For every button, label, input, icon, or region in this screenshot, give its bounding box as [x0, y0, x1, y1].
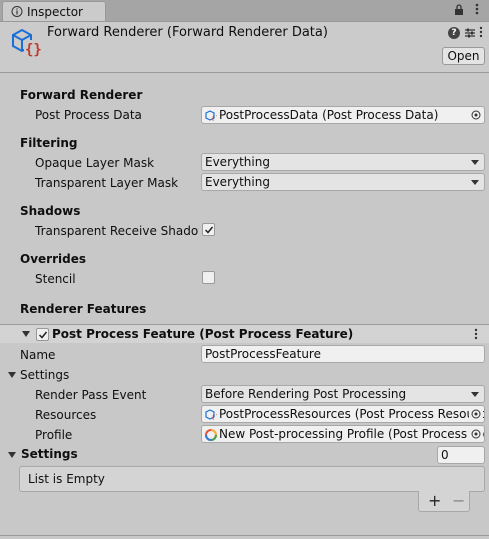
object-picker-icon[interactable]: [469, 407, 483, 421]
foldout-expanded-icon[interactable]: [22, 331, 30, 337]
checkmark-icon: [38, 331, 48, 339]
feature-more-icon[interactable]: [474, 328, 478, 343]
info-icon: [11, 6, 23, 17]
list-empty-text: List is Empty: [28, 472, 105, 486]
opaque-layer-mask-dropdown[interactable]: Everything: [201, 153, 485, 171]
inspector-header: {} Forward Renderer (Forward Renderer Da…: [0, 22, 489, 73]
settings-list-box: List is Empty: [19, 466, 485, 492]
settings-label[interactable]: Settings: [20, 368, 69, 383]
checkmark-icon: [204, 226, 214, 234]
transparent-layer-mask-value: Everything: [205, 175, 270, 189]
transparent-receive-shadows-checkbox[interactable]: [202, 223, 215, 236]
asset-title: Forward Renderer (Forward Renderer Data): [47, 25, 328, 40]
render-pass-event-label: Render Pass Event: [35, 388, 147, 402]
svg-text:{}: {}: [25, 42, 42, 58]
post-process-profile-icon: [205, 429, 217, 441]
lock-icon[interactable]: [452, 2, 466, 16]
filtering-heading: Filtering: [20, 136, 78, 150]
settings-list-foldout-icon[interactable]: [8, 452, 16, 458]
overrides-heading: Overrides: [20, 252, 86, 266]
resources-field[interactable]: {} PostProcessResources (Post Process Re…: [201, 405, 485, 423]
shadows-heading: Shadows: [20, 204, 81, 218]
asset-file-icon: {}: [205, 110, 217, 121]
settings-sliders-icon[interactable]: [464, 27, 476, 42]
profile-label: Profile: [35, 428, 73, 442]
inspector-tab[interactable]: Inspector: [2, 1, 106, 21]
resources-label: Resources: [35, 408, 97, 422]
header-more-icon[interactable]: [479, 26, 483, 41]
settings-list-count-field[interactable]: 0: [437, 446, 485, 464]
settings-list-label[interactable]: Settings: [21, 447, 78, 462]
feature-header[interactable]: Post Process Feature (Post Process Featu…: [0, 325, 489, 343]
help-icon[interactable]: ?: [448, 27, 460, 39]
dropdown-arrow-icon: [471, 160, 479, 165]
scriptable-object-icon: {}: [12, 28, 42, 58]
asset-file-icon: {}: [205, 409, 217, 420]
add-item-button[interactable]: +: [428, 491, 441, 511]
post-process-data-field[interactable]: {} PostProcessData (Post Process Data): [201, 106, 485, 124]
transparent-receive-shadows-label: Transparent Receive Shadows: [35, 224, 199, 238]
list-footer: + −: [418, 491, 470, 512]
profile-field[interactable]: New Post-processing Profile (Post Proces…: [201, 425, 485, 443]
resources-value: PostProcessResources (Post Process Resou…: [219, 407, 485, 421]
dropdown-arrow-icon: [471, 392, 479, 397]
feature-enabled-checkbox[interactable]: [36, 328, 49, 341]
remove-item-button[interactable]: −: [452, 491, 465, 511]
bottom-divider: [0, 535, 489, 536]
profile-value: New Post-processing Profile (Post Proces…: [219, 427, 485, 441]
transparent-layer-mask-dropdown[interactable]: Everything: [201, 173, 485, 191]
forward-renderer-heading: Forward Renderer: [20, 88, 143, 102]
feature-title: Post Process Feature (Post Process Featu…: [52, 327, 354, 341]
post-process-data-value: PostProcessData (Post Process Data): [219, 108, 439, 122]
open-button[interactable]: Open: [442, 47, 485, 65]
object-picker-icon[interactable]: [469, 427, 483, 441]
more-options-icon[interactable]: [470, 2, 484, 16]
window-tab-bar: Inspector: [0, 0, 489, 22]
opaque-layer-mask-label: Opaque Layer Mask: [35, 156, 155, 170]
opaque-layer-mask-value: Everything: [205, 155, 270, 169]
transparent-layer-mask-label: Transparent Layer Mask: [35, 176, 179, 190]
render-pass-event-value: Before Rendering Post Processing: [205, 387, 407, 401]
post-process-data-label: Post Process Data: [35, 108, 142, 122]
stencil-label: Stencil: [35, 272, 76, 286]
render-pass-event-dropdown[interactable]: Before Rendering Post Processing: [201, 385, 485, 403]
svg-text:{}: {}: [211, 115, 217, 121]
svg-text:{}: {}: [211, 414, 217, 420]
name-label: Name: [20, 348, 56, 362]
dropdown-arrow-icon: [471, 180, 479, 185]
settings-foldout-icon[interactable]: [8, 372, 16, 378]
stencil-checkbox[interactable]: [202, 271, 215, 284]
object-picker-icon[interactable]: [469, 108, 483, 122]
name-field[interactable]: PostProcessFeature: [201, 345, 485, 363]
renderer-features-heading: Renderer Features: [20, 302, 147, 316]
inspector-tab-label: Inspector: [27, 5, 83, 19]
